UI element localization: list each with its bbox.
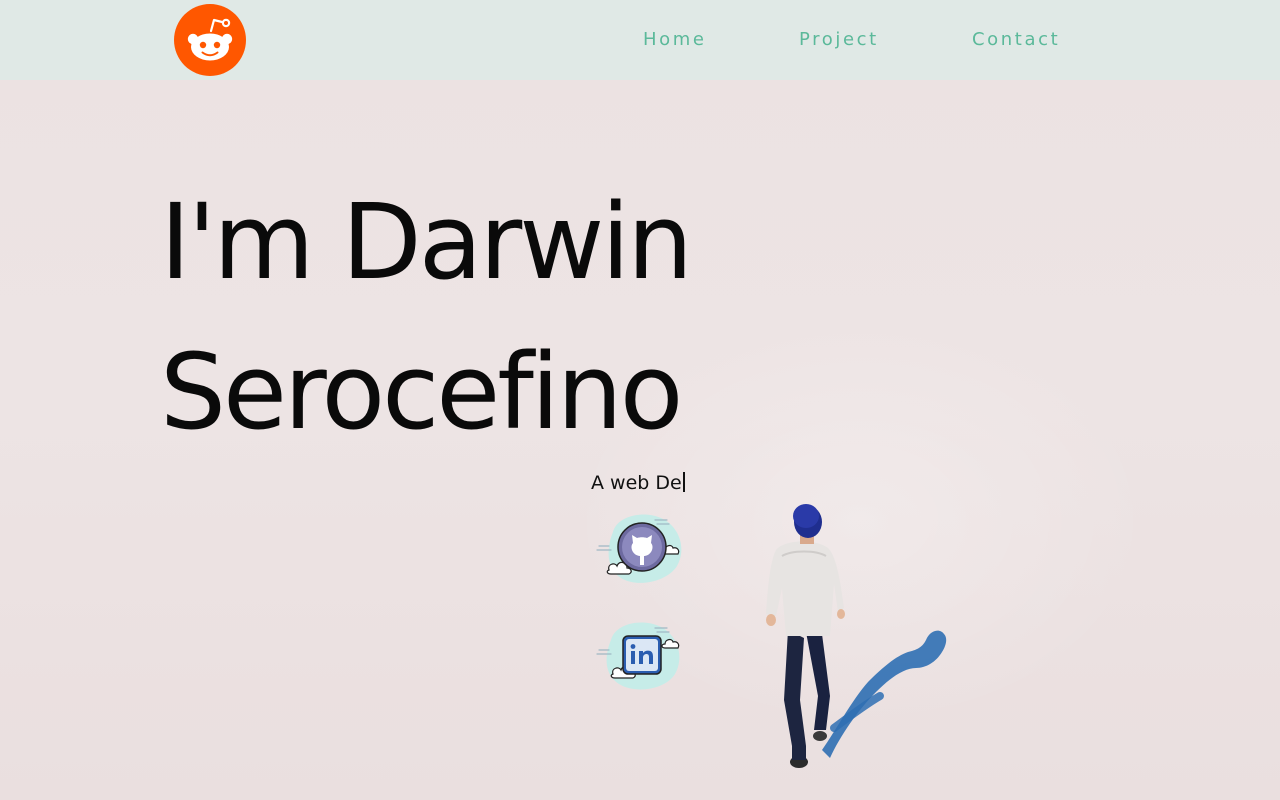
linkedin-icon (596, 622, 680, 690)
github-octocat-icon (596, 514, 682, 583)
nav-home-link[interactable]: Home (643, 29, 707, 51)
linkedin-link[interactable] (595, 616, 685, 694)
hero-title-line-2: Serocefino (160, 331, 683, 453)
tagline-text: A web De (591, 472, 682, 494)
top-navbar: Home Project Contact (0, 0, 1280, 80)
nav-contact-link[interactable]: Contact (972, 29, 1060, 51)
hero-title-line-1: I'm Darwin (160, 181, 693, 303)
nav-project-link[interactable]: Project (799, 29, 879, 51)
typing-tagline: A web De (591, 471, 685, 495)
reddit-logo-icon[interactable] (174, 4, 246, 76)
walking-person-photo (766, 504, 947, 768)
typing-cursor (682, 472, 685, 492)
github-link[interactable] (595, 510, 685, 588)
